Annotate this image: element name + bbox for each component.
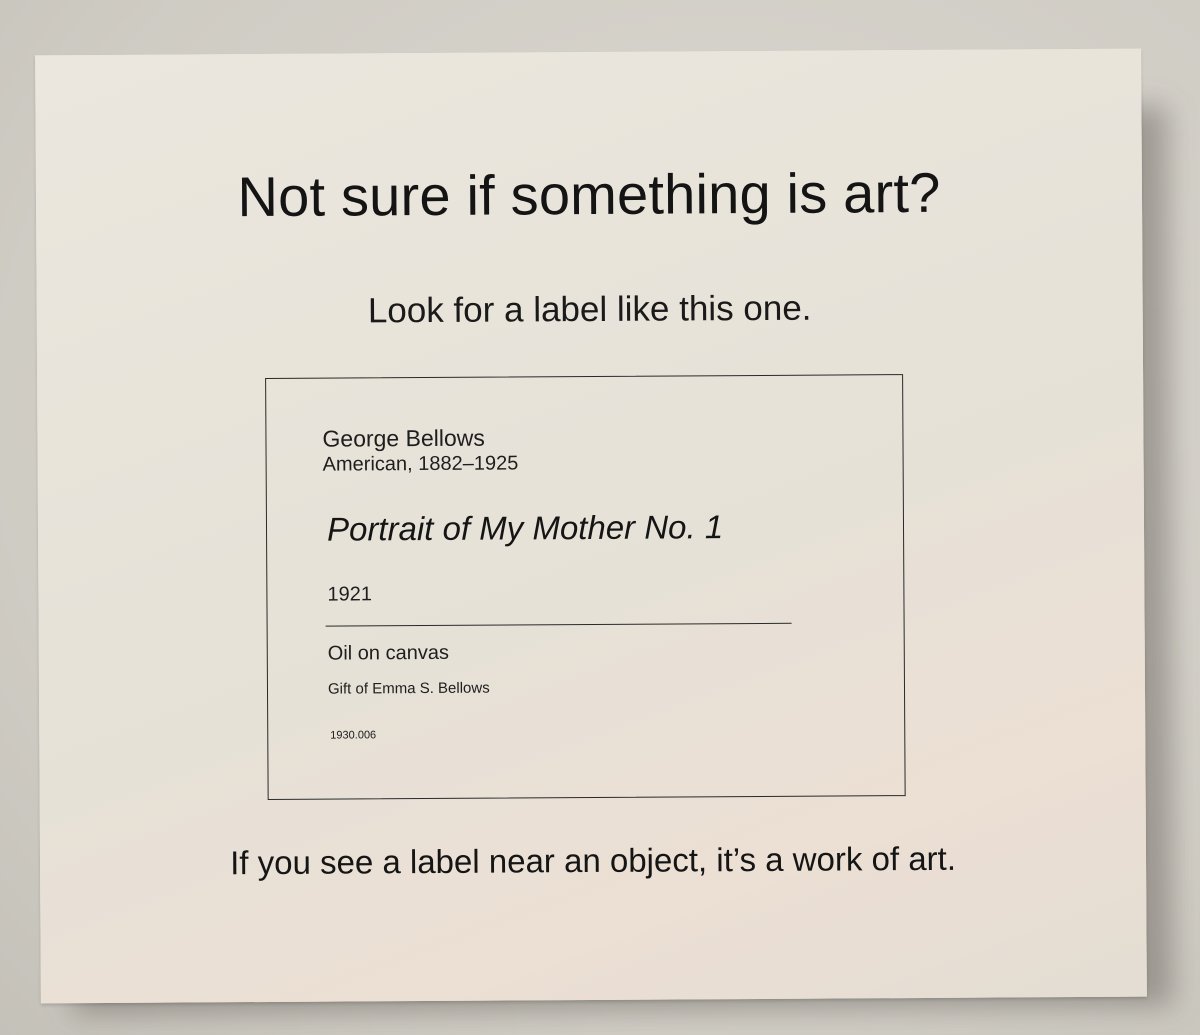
artwork-medium: Oil on canvas bbox=[327, 641, 450, 665]
placard-headline: Not sure if something is art? bbox=[237, 160, 941, 229]
credit-line: Gift of Emma S. Bellows bbox=[327, 679, 490, 698]
artist-name: George Bellows bbox=[322, 424, 485, 452]
museum-placard: Not sure if something is art? Look for a… bbox=[35, 48, 1147, 1004]
accession-number: 1930.006 bbox=[330, 729, 377, 742]
sample-artwork-label: George Bellows American, 1882–1925 Portr… bbox=[265, 374, 906, 800]
artwork-title: Portrait of My Mother No. 1 bbox=[326, 508, 724, 548]
artwork-year: 1921 bbox=[327, 583, 372, 606]
label-divider bbox=[325, 622, 792, 627]
placard-subhead: Look for a label like this one. bbox=[367, 288, 812, 331]
artist-nationality: American, 1882–1925 bbox=[322, 452, 519, 476]
placard-footer: If you see a label near an object, it’s … bbox=[230, 839, 957, 882]
